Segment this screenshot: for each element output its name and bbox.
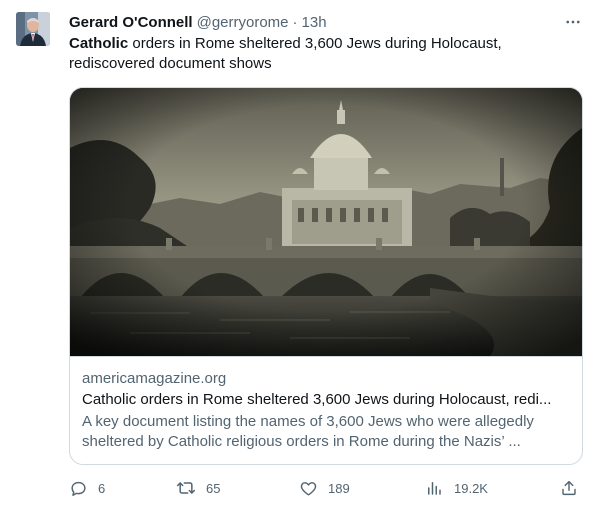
reply-button[interactable]: 6 <box>64 474 105 502</box>
card-image[interactable] <box>70 88 582 356</box>
heart-icon <box>294 474 322 502</box>
views-button[interactable]: 19.2K <box>420 474 488 502</box>
tweet-text: Catholic orders in Rome sheltered 3,600 … <box>69 34 579 74</box>
card-divider <box>70 356 582 357</box>
tweet[interactable]: Gerard O'Connell @gerryorome · 13h Catho… <box>0 0 598 509</box>
action-bar: 6 65 189 19.2K <box>60 474 590 502</box>
avatar-image <box>16 12 50 46</box>
card-title: Catholic orders in Rome sheltered 3,600 … <box>82 391 552 408</box>
avatar[interactable] <box>16 12 50 46</box>
separator-dot: · <box>292 13 298 31</box>
timestamp[interactable]: 13h <box>302 14 327 31</box>
tweet-header: Gerard O'Connell @gerryorome · 13h <box>69 12 327 32</box>
views-count: 19.2K <box>454 480 488 496</box>
like-button[interactable]: 189 <box>294 474 350 502</box>
card-domain: americamagazine.org <box>82 370 227 387</box>
reply-icon <box>64 474 92 502</box>
reply-count: 6 <box>98 480 106 496</box>
share-button[interactable] <box>555 474 583 502</box>
views-icon <box>420 474 448 502</box>
retweet-button[interactable]: 65 <box>172 474 220 502</box>
more-icon <box>566 20 580 24</box>
retweet-icon <box>172 474 200 502</box>
card-description: A key document listing the names of 3,60… <box>82 413 534 450</box>
retweet-count: 65 <box>206 480 221 496</box>
rome-photo <box>70 88 582 356</box>
tweet-text-bold: Catholic <box>69 35 129 52</box>
author-name[interactable]: Gerard O'Connell <box>69 14 193 31</box>
like-count: 189 <box>328 480 350 496</box>
author-handle[interactable]: @gerryorome <box>197 14 289 31</box>
more-button[interactable] <box>562 12 584 32</box>
share-icon <box>555 474 583 502</box>
link-card[interactable]: americamagazine.org Catholic orders in R… <box>69 87 583 465</box>
tweet-text-body: orders in Rome sheltered 3,600 Jews duri… <box>69 35 502 72</box>
